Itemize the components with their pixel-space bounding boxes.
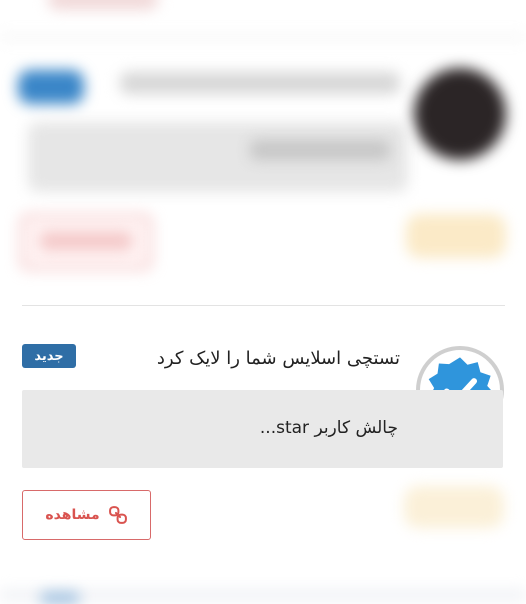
card-divider	[22, 305, 505, 306]
blurred-title	[120, 72, 400, 94]
blurred-divider	[0, 36, 526, 39]
blurred-avatar	[414, 68, 506, 160]
blurred-message-text	[250, 140, 390, 160]
notification-title: تستچی اسلایس شما را لایک کرد	[156, 348, 400, 369]
new-badge: جدید	[22, 344, 76, 368]
blurred-new-badge	[18, 70, 84, 104]
view-button-label: مشاهده	[45, 507, 100, 523]
blurred-previous-button	[48, 0, 158, 10]
blurred-reward-chip	[406, 214, 506, 258]
blurred-reward-chip	[404, 486, 504, 528]
blurred-next-badge	[40, 592, 80, 604]
view-button[interactable]: مشاهده	[22, 490, 151, 540]
blurred-view-button-label	[40, 232, 132, 250]
link-icon	[108, 506, 127, 524]
notification-message: چالش کاربر star...	[259, 418, 398, 438]
